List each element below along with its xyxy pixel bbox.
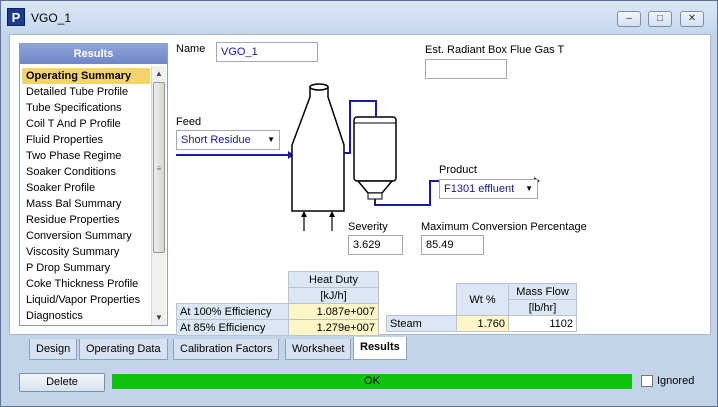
maximize-button[interactable]: □	[648, 11, 672, 27]
tab-worksheet[interactable]: Worksheet	[285, 339, 352, 360]
tab-calibration-factors[interactable]: Calibration Factors	[173, 339, 280, 360]
feed-label: Feed	[176, 116, 202, 128]
chevron-down-icon: ▼	[525, 184, 533, 193]
steam-wt-value[interactable]: 1.760	[456, 315, 509, 332]
product-label: Product	[439, 164, 477, 176]
tab-results[interactable]: Results	[353, 337, 407, 360]
heat-duty-header: Heat Duty	[288, 271, 379, 288]
table-row: Steam 1.760 1102	[386, 315, 577, 332]
steam-table: Wt % Mass Flow [lb/hr] Steam 1.760 1102	[386, 283, 577, 332]
app-icon: P	[7, 8, 25, 26]
soaker-drum	[353, 116, 397, 200]
chevron-down-icon: ▼	[267, 135, 275, 144]
title-bar: P VGO_1 – □ ✕	[1, 1, 717, 33]
heat-duty-table: Heat Duty [kJ/h] At 100% Efficiency 1.08…	[176, 271, 379, 336]
steam-flow-value[interactable]: 1102	[508, 315, 577, 332]
row-label: At 100% Efficiency	[176, 303, 289, 320]
name-field[interactable]: VGO_1	[216, 42, 318, 62]
max-conversion-label: Maximum Conversion Percentage	[421, 221, 587, 233]
feed-dropdown[interactable]: Short Residue ▼	[176, 130, 280, 150]
burner-arrows	[301, 211, 335, 231]
close-button[interactable]: ✕	[680, 11, 704, 27]
window-title: VGO_1	[31, 11, 72, 25]
name-label: Name	[176, 43, 206, 55]
mass-flow-header: Mass Flow	[508, 283, 577, 300]
max-conversion-field[interactable]: 85.49	[421, 235, 484, 255]
delete-button[interactable]: Delete	[19, 373, 105, 392]
heat-duty-value[interactable]: 1.279e+007	[288, 319, 379, 336]
flue-gas-field[interactable]	[425, 59, 507, 79]
heat-duty-unit: [kJ/h]	[288, 287, 379, 304]
tab-operating-data[interactable]: Operating Data	[79, 339, 168, 360]
ignored-checkbox[interactable]	[641, 375, 653, 387]
minimize-button[interactable]: –	[617, 11, 641, 27]
furnace-shape	[291, 86, 345, 212]
severity-field[interactable]: 3.629	[348, 235, 403, 255]
wt-header: Wt %	[456, 283, 509, 316]
ignored-label: Ignored	[657, 375, 695, 387]
mass-flow-unit: [lb/hr]	[508, 299, 577, 316]
feed-stream-line	[176, 151, 294, 159]
content-panel: Results Operating Summary Detailed Tube P…	[9, 34, 711, 336]
product-dropdown[interactable]: F1301 effluent ▼	[439, 179, 538, 199]
heat-duty-value[interactable]: 1.087e+007	[288, 303, 379, 320]
severity-label: Severity	[348, 221, 388, 233]
table-row: At 100% Efficiency 1.087e+007	[176, 303, 379, 320]
window: P VGO_1 – □ ✕ Results Operating Summary D…	[0, 0, 718, 407]
row-label: At 85% Efficiency	[176, 319, 289, 336]
row-label: Steam	[386, 315, 457, 332]
status-bar: OK	[112, 374, 632, 389]
tab-design[interactable]: Design	[29, 339, 78, 360]
table-row: At 85% Efficiency 1.279e+007	[176, 319, 379, 336]
feed-value: Short Residue	[181, 134, 251, 146]
product-value: F1301 effluent	[444, 183, 515, 195]
flue-gas-label: Est. Radiant Box Flue Gas T	[425, 44, 565, 56]
